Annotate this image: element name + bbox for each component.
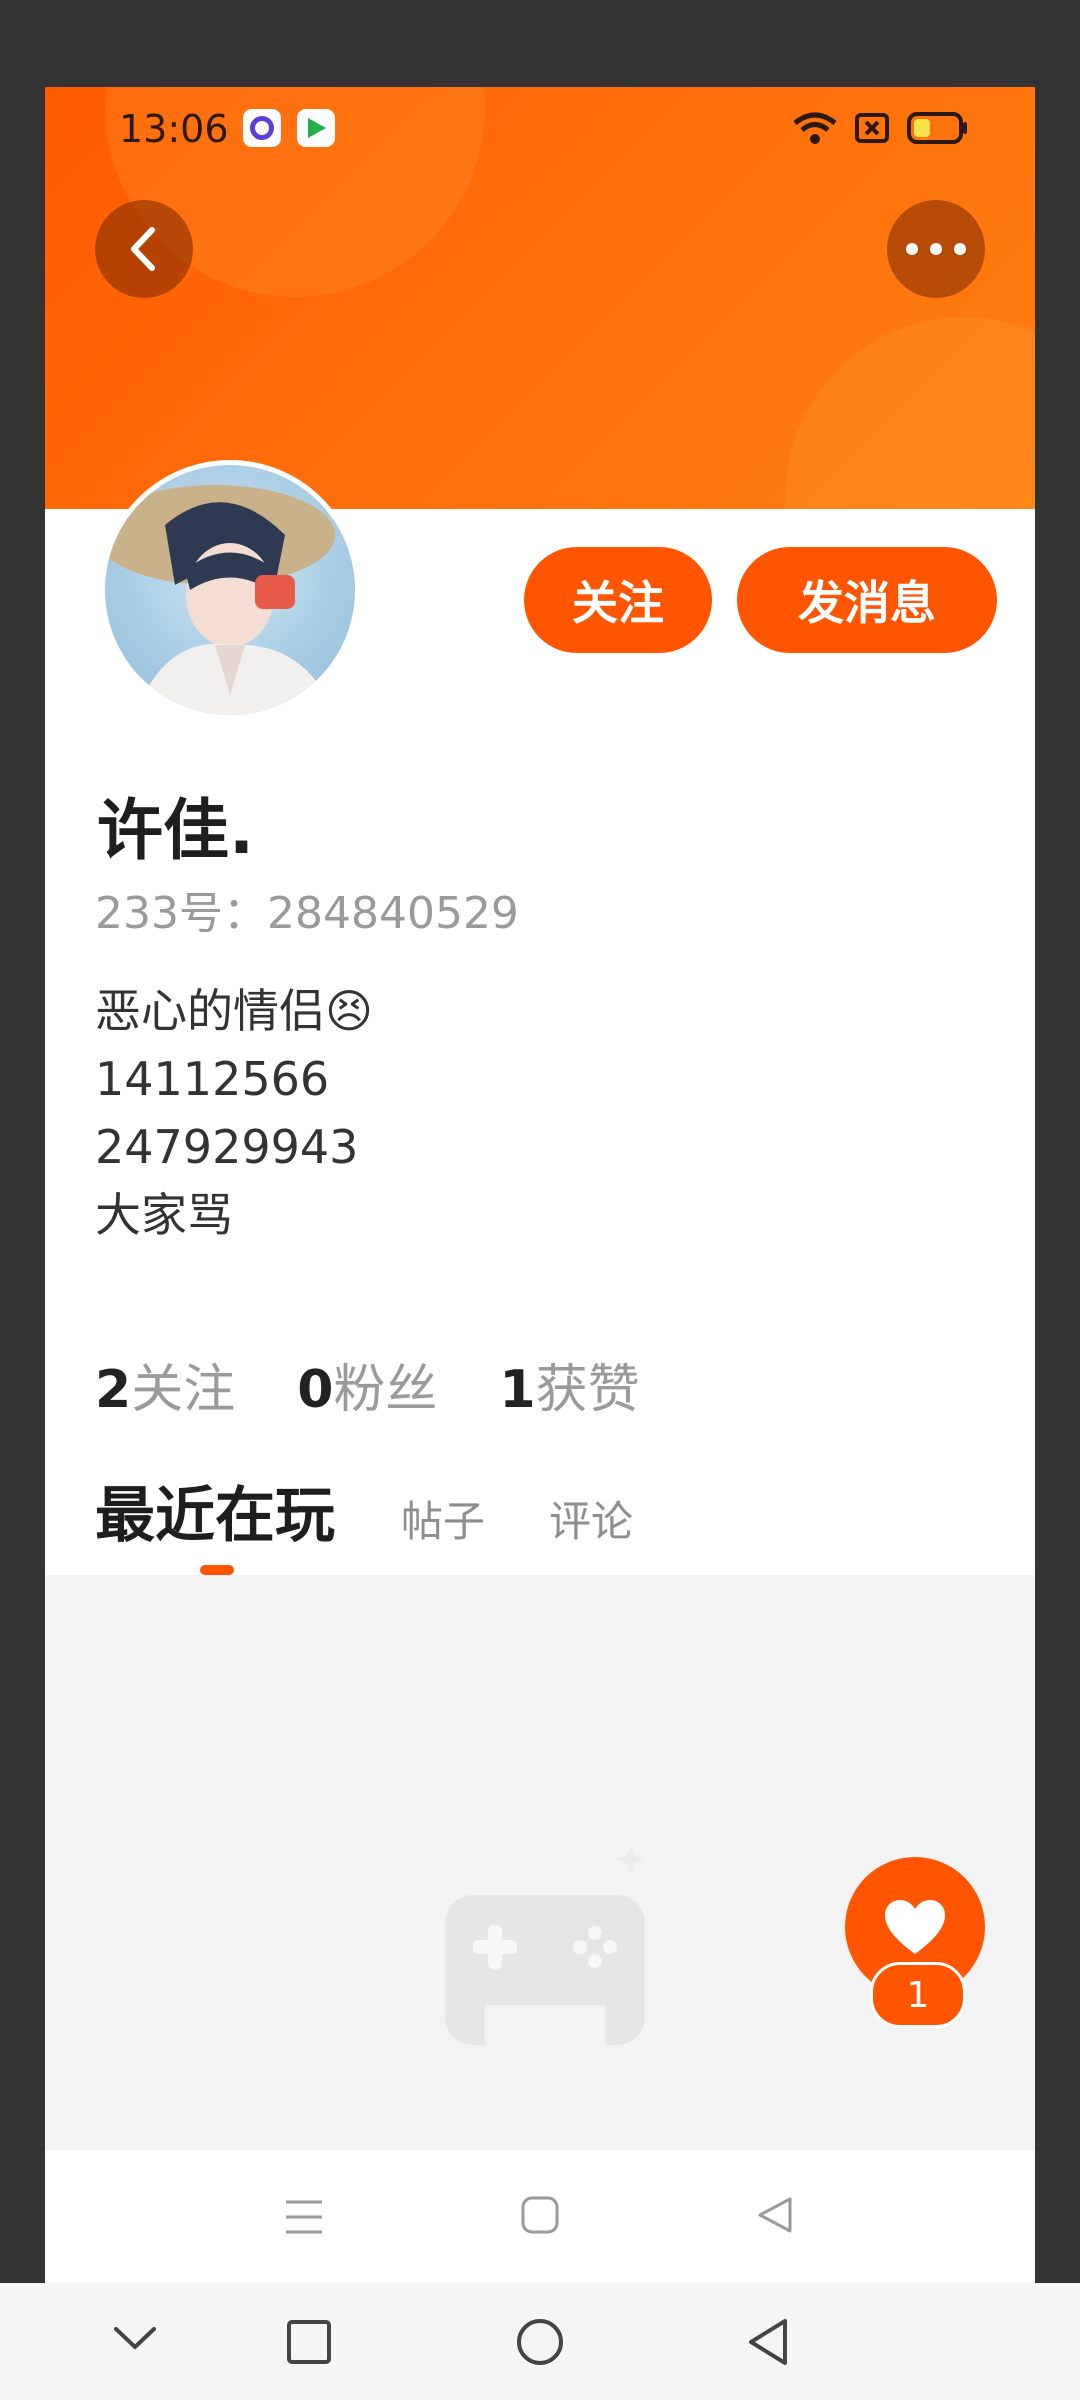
chevron-down-icon[interactable]: [112, 2323, 158, 2353]
fans-count: 0: [297, 1360, 334, 1420]
tab-recently-played[interactable]: 最近在玩: [95, 1467, 335, 1554]
sim-error-icon: [855, 113, 889, 143]
like-count-badge: 1: [870, 1962, 966, 2028]
system-navigation-bar: [0, 2283, 1080, 2400]
battery-icon: [907, 112, 967, 144]
likes-label: 获赞: [535, 1360, 640, 1420]
banner-decoration: [785, 317, 1035, 509]
status-time: 13:06: [119, 107, 229, 151]
user-bio: 恶心的情侣😣 14112566 247929943 大家骂: [95, 977, 373, 1249]
tab-indicator: [200, 1565, 234, 1575]
message-button[interactable]: 发消息: [737, 547, 997, 653]
back-button[interactable]: [95, 200, 193, 298]
heart-icon: [885, 1900, 945, 1954]
bio-line: 14112566: [95, 1052, 330, 1106]
following-count: 2: [95, 1360, 132, 1420]
user-name: 许佳.: [97, 792, 255, 869]
app-navigation-bar: [45, 2150, 1035, 2283]
avatar[interactable]: [105, 465, 355, 715]
avatar-frame: [100, 460, 360, 720]
wifi-icon: [793, 112, 837, 144]
home-circle-icon[interactable]: [515, 2317, 565, 2367]
bio-line: 大家骂: [95, 1188, 233, 1242]
profile-stats: 2关注 0粉丝 1获赞: [95, 1347, 702, 1422]
video-app-notification-icon: [297, 109, 335, 147]
profile-banner: 13:06: [45, 87, 1035, 509]
following-label: 关注: [131, 1360, 236, 1420]
menu-icon[interactable]: [283, 2197, 325, 2237]
status-icons: [793, 111, 969, 145]
fans-label: 粉丝: [333, 1360, 438, 1420]
gamepad-placeholder-icon: [445, 1845, 645, 2055]
follow-button[interactable]: 关注: [524, 547, 712, 653]
home-square-icon[interactable]: [520, 2195, 560, 2235]
tab-posts[interactable]: 帖子: [401, 1488, 485, 1549]
bio-line: 恶心的情侣😣: [95, 984, 373, 1038]
likes-count: 1: [499, 1360, 536, 1420]
following-stat[interactable]: 2关注: [95, 1347, 235, 1422]
recents-square-icon[interactable]: [286, 2319, 332, 2365]
chevron-left-icon: [131, 227, 155, 271]
fans-stat[interactable]: 0粉丝: [297, 1347, 437, 1422]
back-triangle-icon[interactable]: [755, 2195, 795, 2235]
tab-comments[interactable]: 评论: [549, 1488, 633, 1549]
likes-stat[interactable]: 1获赞: [499, 1347, 639, 1422]
user-id: 233号：284840529: [95, 888, 519, 939]
app-notification-icon: [243, 109, 281, 147]
back-triangle-icon[interactable]: [745, 2317, 791, 2367]
bio-line: 247929943: [95, 1120, 359, 1174]
more-dots-icon: [906, 243, 966, 255]
profile-tabs: 最近在玩 帖子 评论: [95, 1467, 697, 1554]
app-window: 13:06 关注 发消息 许佳. 233号：284840529 恶心的情侣😣 1…: [45, 87, 1035, 2283]
more-options-button[interactable]: [887, 200, 985, 298]
